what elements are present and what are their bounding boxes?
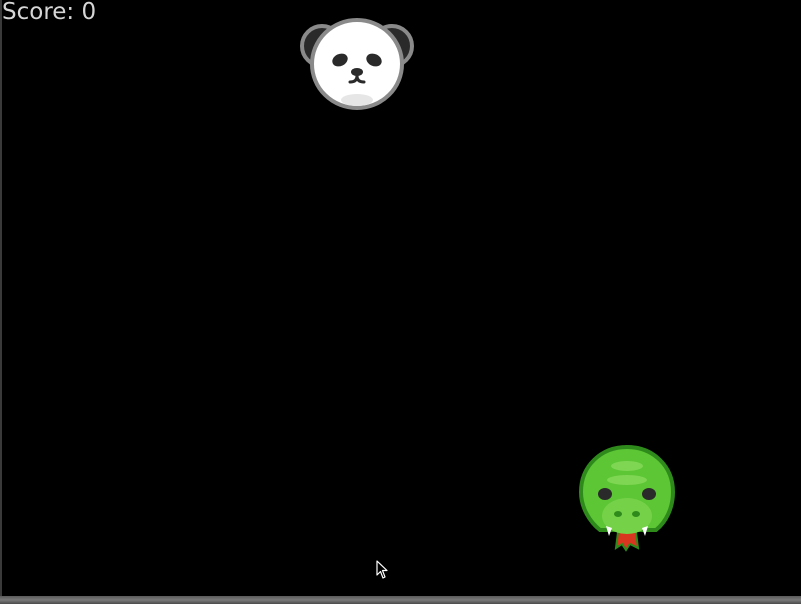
crocodile-face-icon [578,444,676,552]
bottom-border [0,596,801,604]
game-canvas[interactable]: Score: 0 [0,0,801,604]
panda-face-icon [300,18,414,110]
score-display: Score: 0 [2,0,97,25]
left-border [0,0,2,604]
mouse-pointer-icon [376,560,388,579]
